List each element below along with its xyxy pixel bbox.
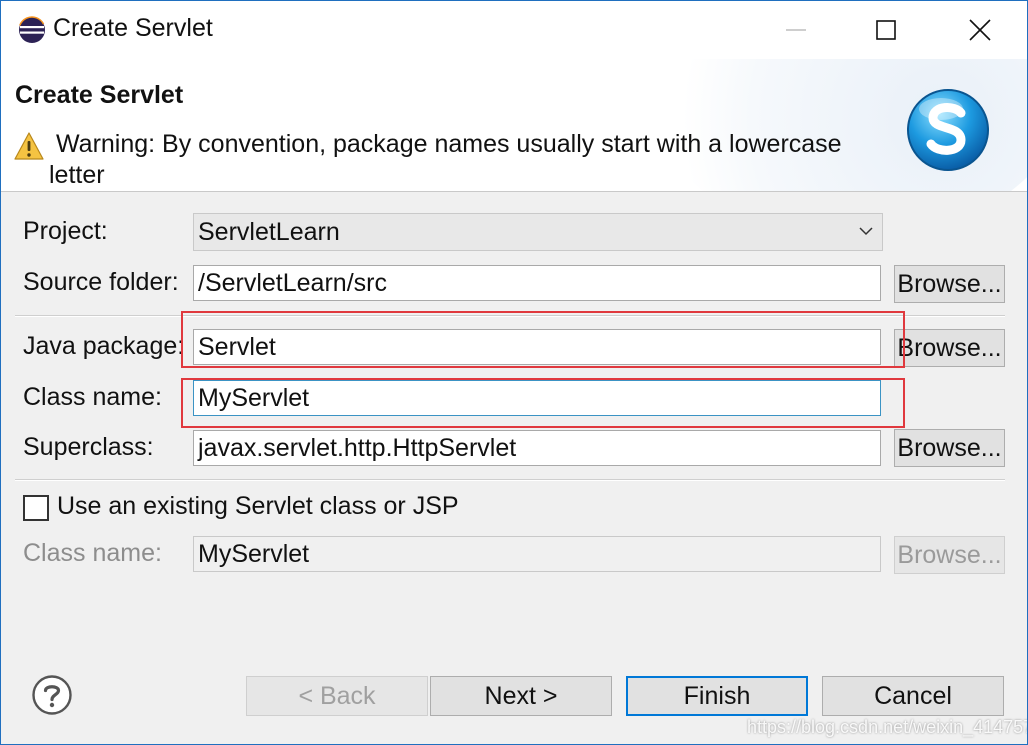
wizard-banner: Create Servlet Warning: By convention, p… [1,59,1027,192]
superclass-label: Superclass: [23,433,154,461]
warning-icon [14,132,44,160]
watermark-text: https://blog.csdn.net/weixin_41475710 [747,717,1028,737]
existing-class-name-label: Class name: [23,539,162,567]
separator [15,479,1005,481]
source-folder-input[interactable]: /ServletLearn/src [193,265,881,301]
source-folder-label: Source folder: [23,268,179,296]
banner-title: Create Servlet [15,81,184,109]
title-bar: Create Servlet [1,1,1027,59]
source-folder-browse-button[interactable]: Browse... [894,265,1005,303]
use-existing-label: Use an existing Servlet class or JSP [57,492,459,520]
warning-message: Warning: By convention, package names us… [49,130,842,189]
help-icon[interactable] [31,674,73,716]
java-package-highlight [181,311,905,368]
existing-class-name-input[interactable]: MyServlet [193,536,881,572]
maximize-button[interactable] [839,1,933,59]
project-select[interactable]: ServletLearn [193,213,883,251]
maximize-icon [876,20,896,40]
window-title: Create Servlet [53,14,213,42]
use-existing-checkbox[interactable] [23,495,49,521]
project-label: Project: [23,217,108,245]
project-value: ServletLearn [198,218,340,246]
superclass-input[interactable]: javax.servlet.http.HttpServlet [193,430,881,466]
cancel-button[interactable]: Cancel [822,676,1004,716]
close-icon [969,19,991,41]
minimize-button[interactable] [749,1,843,59]
existing-class-browse-button[interactable]: Browse... [894,536,1005,574]
finish-button[interactable]: Finish [626,676,808,716]
superclass-browse-button[interactable]: Browse... [894,429,1005,467]
servlet-logo-icon [907,89,989,171]
java-package-browse-button[interactable]: Browse... [894,329,1005,367]
create-servlet-dialog: Create Servlet Create Servlet Warning: B… [0,0,1028,745]
java-package-label: Java package: [23,332,185,360]
chevron-down-icon [859,227,873,236]
next-button[interactable]: Next > [430,676,612,716]
eclipse-icon [18,16,46,44]
back-button[interactable]: < Back [246,676,428,716]
close-button[interactable] [933,1,1027,59]
class-name-highlight [181,378,905,428]
minimize-icon [786,29,806,31]
class-name-label: Class name: [23,383,162,411]
